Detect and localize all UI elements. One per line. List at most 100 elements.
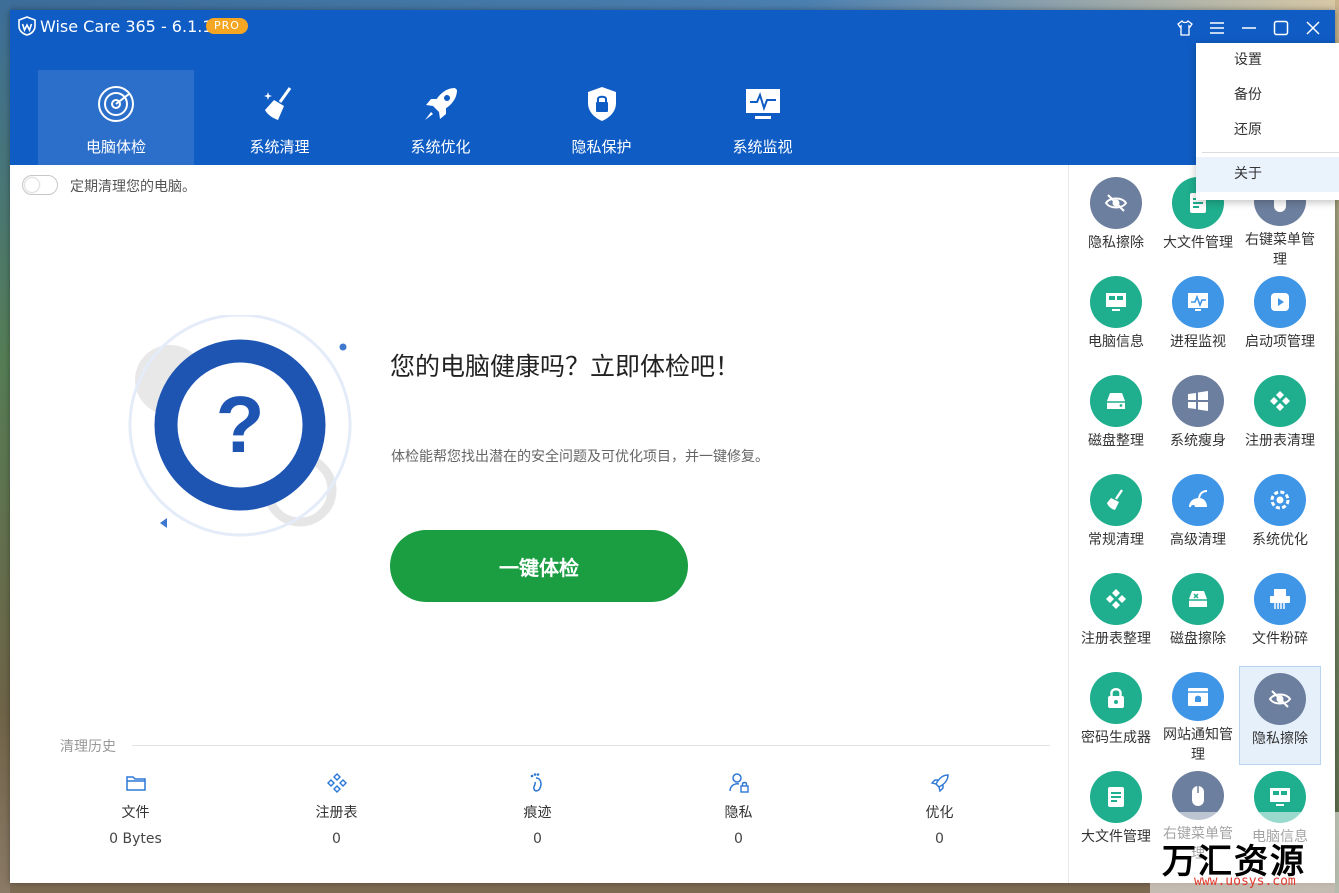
tool-eye-slash-button[interactable]: 隐私擦除	[1075, 171, 1157, 270]
computer-icon	[1106, 293, 1126, 311]
menu-item-about[interactable]: 关于	[1196, 157, 1339, 192]
site-watermark: 万汇资源网 www.uosys.com	[1150, 812, 1339, 893]
menu-item-backup[interactable]: 备份	[1196, 78, 1339, 113]
tool-icon-badge	[1090, 177, 1142, 229]
desktop-background-left	[0, 0, 10, 893]
hero-title: 您的电脑健康吗？立即体检吧！	[390, 352, 741, 381]
nav-label: 系统清理	[249, 138, 310, 156]
tool-label: 常规清理	[1088, 532, 1144, 548]
tool-process-monitor-button[interactable]: 进程监视	[1157, 270, 1239, 369]
maximize-button[interactable]	[1271, 18, 1291, 38]
tool-icon-badge	[1254, 573, 1306, 625]
eye-slash-icon	[1104, 194, 1128, 212]
question-mark: ?	[216, 380, 265, 469]
tool-icon-badge	[1090, 771, 1142, 823]
history-value: 0	[734, 831, 743, 847]
tool-label: 启动项管理	[1245, 334, 1315, 350]
gear-icon	[1270, 490, 1290, 510]
title-bar[interactable]: Wise Care 365 - 6.1.1 PRO	[10, 10, 1335, 46]
scheduled-clean-toggle[interactable]	[22, 175, 58, 195]
browser-bell-icon	[1188, 687, 1208, 706]
tools-sidebar: 隐私擦除 大文件管理 右键菜单管理 电脑信息 进程监视 启动项管理 磁盘整理 系统瘦身 注册表清…	[1068, 165, 1335, 883]
tool-browser-bell-button[interactable]: 网站通知管理	[1157, 666, 1239, 765]
minimize-button[interactable]	[1239, 18, 1259, 38]
pro-badge: PRO	[206, 18, 248, 34]
desktop-background-top	[0, 0, 1339, 10]
health-check-illustration: ?	[128, 315, 352, 537]
tool-label: 右键菜单管理	[1245, 232, 1315, 268]
main-dropdown-menu: 设置 备份 还原 关于	[1196, 43, 1339, 200]
hero-description: 体检能帮您找出潜在的安全问题及可优化项目，并一键修复。	[391, 449, 769, 465]
eye-slash-icon	[1268, 690, 1292, 708]
tool-label: 大文件管理	[1081, 829, 1151, 845]
nav-label: 隐私保护	[571, 138, 632, 156]
tool-computer-button[interactable]: 电脑信息	[1075, 270, 1157, 369]
disk-erase-icon	[1189, 591, 1207, 607]
main-nav: 电脑体检 系统清理 系统优化 隐私保护 系统监视	[38, 70, 843, 165]
tool-icon-badge	[1172, 573, 1224, 625]
tool-windows-button[interactable]: 系统瘦身	[1157, 369, 1239, 468]
tool-label: 文件粉碎	[1252, 631, 1308, 647]
history-divider	[132, 745, 1050, 746]
history-label: 注册表	[315, 805, 358, 821]
shredder-icon	[1270, 589, 1290, 609]
tool-registry-button[interactable]: 注册表整理	[1075, 567, 1157, 666]
menu-item-restore[interactable]: 还原	[1196, 113, 1339, 148]
tool-icon-badge	[1254, 673, 1306, 725]
tool-play-button[interactable]: 启动项管理	[1239, 270, 1321, 369]
rocket-icon	[424, 88, 457, 120]
close-button[interactable]	[1303, 18, 1323, 38]
disk-icon	[1107, 393, 1125, 409]
nav-tab-clean[interactable]: 系统清理	[199, 70, 360, 165]
history-item-traces: 痕迹 0	[437, 772, 638, 847]
history-item-files: 文件 0 Bytes	[35, 772, 236, 847]
windows-icon	[1188, 391, 1208, 411]
nav-label: 系统监视	[732, 138, 793, 156]
tool-broom-button[interactable]: 常规清理	[1075, 468, 1157, 567]
tool-icon-badge	[1172, 672, 1224, 721]
tool-file-list-button[interactable]: 大文件管理	[1075, 765, 1157, 864]
tool-icon-badge	[1090, 672, 1142, 724]
maximize-icon	[1273, 20, 1289, 36]
radar-icon	[98, 86, 134, 122]
file-list-icon	[1108, 787, 1124, 807]
tool-label: 高级清理	[1170, 532, 1226, 548]
menu-item-settings[interactable]: 设置	[1196, 43, 1339, 78]
tool-label: 密码生成器	[1081, 730, 1151, 746]
history-label: 隐私	[724, 805, 753, 821]
tool-label: 大文件管理	[1163, 235, 1233, 251]
footprint-icon	[530, 773, 542, 792]
hamburger-icon	[1210, 22, 1224, 34]
tool-eye-slash-button[interactable]: 隐私擦除	[1239, 666, 1321, 765]
tool-lock-button[interactable]: 密码生成器	[1075, 666, 1157, 765]
rocket-icon	[930, 774, 949, 793]
window-controls	[1175, 18, 1323, 38]
play-icon	[1271, 293, 1289, 311]
menu-button[interactable]	[1207, 18, 1227, 38]
skin-button[interactable]	[1175, 18, 1195, 38]
nav-label: 系统优化	[410, 138, 471, 156]
tool-icon-badge	[1254, 474, 1306, 526]
tool-registry-button[interactable]: 注册表清理	[1239, 369, 1321, 468]
tool-icon-badge	[1254, 276, 1306, 328]
shield-lock-icon	[587, 87, 616, 121]
watermark-url: www.uosys.com	[1194, 874, 1296, 889]
menu-divider	[1202, 152, 1339, 153]
tool-disk-button[interactable]: 磁盘整理	[1075, 369, 1157, 468]
nav-tab-checkup[interactable]: 电脑体检	[38, 70, 194, 165]
nav-tab-privacy[interactable]: 隐私保护	[521, 70, 682, 165]
vacuum-icon	[1189, 490, 1208, 509]
tshirt-icon	[1177, 20, 1193, 36]
tool-shredder-button[interactable]: 文件粉碎	[1239, 567, 1321, 666]
tool-label: 进程监视	[1170, 334, 1226, 350]
tool-disk-erase-button[interactable]: 磁盘擦除	[1157, 567, 1239, 666]
history-stats: 文件 0 Bytes 注册表 0 痕迹 0 隐私 0 优化 0	[35, 772, 1040, 847]
one-click-scan-button[interactable]: 一键体检	[390, 530, 688, 602]
nav-tab-optimize[interactable]: 系统优化	[360, 70, 521, 165]
tool-vacuum-button[interactable]: 高级清理	[1157, 468, 1239, 567]
nav-tab-monitor[interactable]: 系统监视	[682, 70, 843, 165]
tool-icon-badge	[1172, 474, 1224, 526]
tool-gear-button[interactable]: 系统优化	[1239, 468, 1321, 567]
registry-icon	[1270, 391, 1290, 411]
lock-icon	[1108, 688, 1124, 708]
